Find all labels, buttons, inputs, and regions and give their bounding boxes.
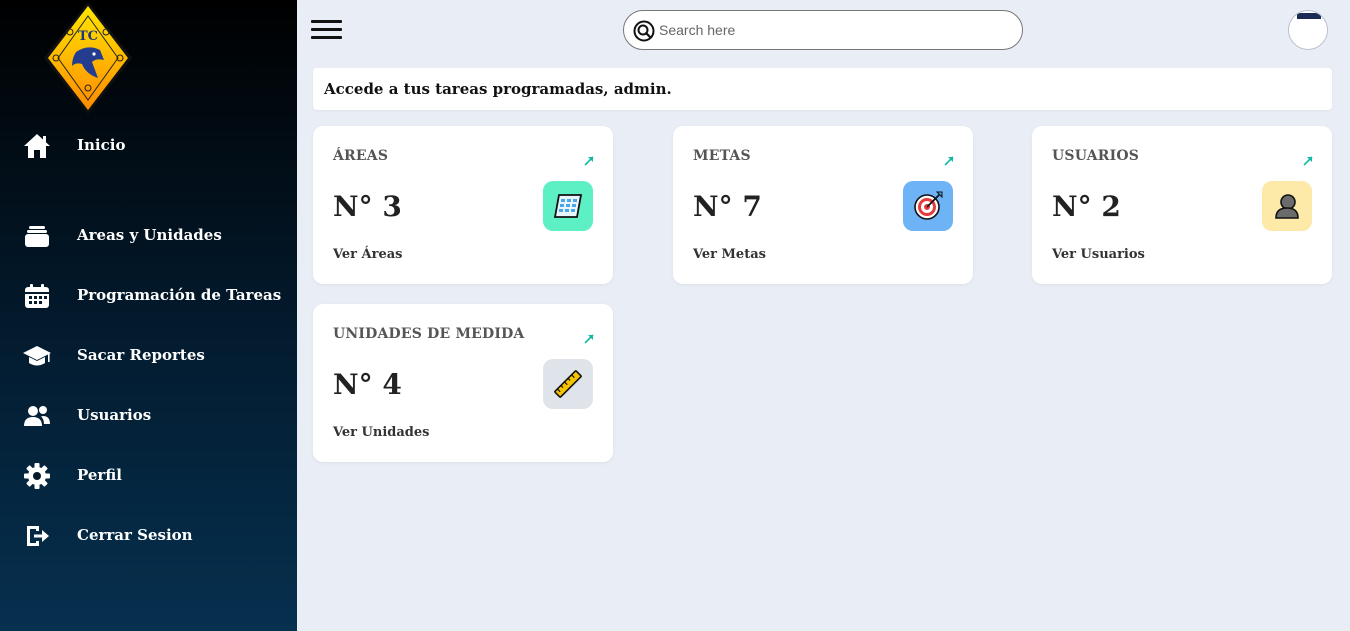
sidebar-item-areas[interactable]: Areas y Unidades [0,216,297,256]
card-title: USUARIOS [1052,148,1140,164]
arrow-up-right-icon[interactable] [1302,152,1314,166]
home-icon [23,132,51,160]
arrow-up-right-icon[interactable] [583,152,595,166]
ver-usuarios-link[interactable]: Ver Usuarios [1052,247,1145,262]
logout-icon [23,522,51,550]
card-count: N° 3 [333,190,402,223]
card-areas: ÁREAS N° 3 Ver Áreas [313,126,613,284]
card-title: ÁREAS [333,148,389,164]
gear-icon [23,462,51,490]
avatar-image [1297,13,1321,19]
arrow-up-right-icon[interactable] [583,330,595,344]
sidebar-item-usuarios[interactable]: Usuarios [0,396,297,436]
sidebar-item-label: Areas y Unidades [77,226,222,244]
card-count: N° 7 [693,190,762,223]
sidebar-item-label: Programación de Tareas [77,286,282,304]
card-unidades: UNIDADES DE MEDIDA N° 4 Ver Unidades [313,304,613,462]
sidebar-item-label: Sacar Reportes [77,346,205,364]
graduation-cap-icon [23,342,51,370]
search-input[interactable] [659,19,1014,41]
ruler-icon [543,359,593,409]
users-icon [23,402,51,430]
hamburger-line [311,20,342,23]
card-usuarios: USUARIOS N° 2 Ver Usuarios [1032,126,1332,284]
sidebar-item-label: Usuarios [77,406,152,424]
ver-unidades-link[interactable]: Ver Unidades [333,425,429,440]
search-box[interactable] [623,10,1023,50]
arrow-up-right-icon[interactable] [943,152,955,166]
hamburger-line [311,28,342,31]
sidebar-item-programacion[interactable]: Programación de Tareas [0,276,297,316]
stack-icon [23,222,51,250]
ver-metas-link[interactable]: Ver Metas [693,247,766,262]
calendar-icon [23,282,51,310]
sidebar-item-reportes[interactable]: Sacar Reportes [0,336,297,376]
sidebar-item-cerrar-sesion[interactable]: Cerrar Sesion [0,516,297,556]
ver-areas-link[interactable]: Ver Áreas [333,247,403,262]
sidebar-item-perfil[interactable]: Perfil [0,456,297,496]
sidebar-item-label: Inicio [77,136,126,154]
sidebar: TC Inicio Areas y Unidades Programación … [0,0,297,631]
card-title: METAS [693,148,751,164]
hamburger-line [311,36,342,39]
search-icon[interactable] [633,20,655,42]
sidebar-item-inicio[interactable]: Inicio [0,126,297,166]
logo-text: TC [78,29,98,44]
avatar[interactable] [1288,10,1328,50]
sidebar-item-label: Perfil [77,466,122,484]
card-count: N° 2 [1052,190,1121,223]
card-metas: METAS N° 7 Ver Metas [673,126,973,284]
welcome-banner: Accede a tus tareas programadas, admin. [313,68,1332,110]
welcome-text: Accede a tus tareas programadas, admin. [324,80,672,98]
brand-logo[interactable]: TC [42,0,134,116]
building-icon [543,181,593,231]
card-title: UNIDADES DE MEDIDA [333,326,525,342]
card-count: N° 4 [333,368,402,401]
target-icon [903,181,953,231]
menu-toggle-button[interactable] [311,18,343,42]
user-bust-icon [1262,181,1312,231]
sidebar-item-label: Cerrar Sesion [77,526,193,544]
